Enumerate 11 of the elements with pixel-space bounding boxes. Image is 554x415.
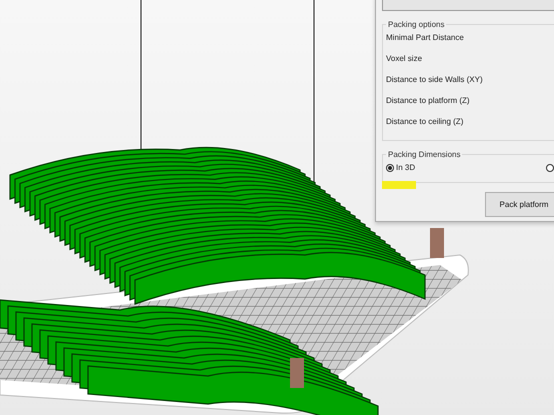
option-label: Distance to platform (Z)	[386, 95, 471, 107]
option-label: Voxel size	[386, 53, 424, 65]
highlight-mark	[382, 181, 416, 189]
option-label: Minimal Part Distance	[386, 32, 465, 44]
option-label: Distance to ceiling (Z)	[386, 116, 464, 128]
group-title: Packing Dimensions	[387, 150, 462, 159]
option-label: Distance to side Walls (XY)	[386, 74, 484, 86]
radio-option[interactable]: In 3D	[386, 163, 416, 172]
pack-platform-button[interactable]: Pack platform	[485, 192, 554, 217]
radio-button[interactable]	[546, 163, 554, 172]
group-title: Packing options	[387, 20, 446, 29]
